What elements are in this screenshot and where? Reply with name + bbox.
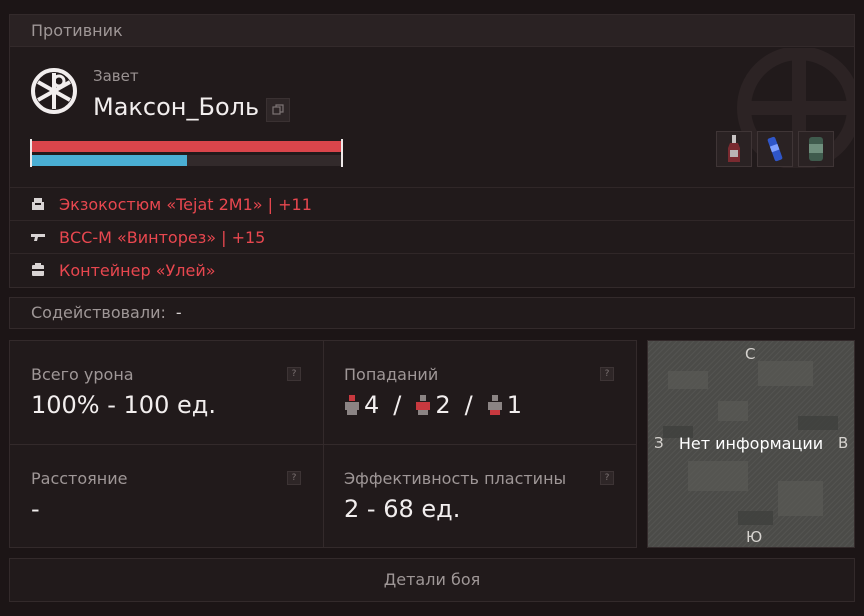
bottle-icon	[728, 135, 740, 162]
equipment-armor-text[interactable]: Экзокостюм «Tejat 2M1» | +11	[59, 195, 312, 214]
health-bar-fill	[31, 141, 342, 152]
copy-icon	[272, 104, 284, 115]
health-bar	[30, 139, 343, 153]
quick-item-canister[interactable]	[798, 131, 834, 167]
distance-value: -	[31, 495, 40, 523]
stat-total-damage: Всего урона ? 100% - 100 ед.	[10, 341, 323, 444]
container-icon	[31, 263, 45, 277]
map-south-label: Ю	[746, 528, 763, 546]
faction-logo-icon	[31, 68, 77, 114]
copy-name-button[interactable]	[266, 98, 290, 122]
equipment-weapon-text[interactable]: ВСС-М «Винторез» | +15	[59, 228, 265, 247]
total-damage-label: Всего урона	[31, 365, 134, 384]
stat-hits: Попаданий ? 4 / 2 / 1	[323, 341, 637, 444]
minimap: С Ю З В Нет информации	[647, 340, 855, 548]
plate-efficiency-value: 2 - 68 ед.	[344, 495, 461, 523]
battle-details-button[interactable]: Детали боя	[9, 558, 855, 602]
plate-efficiency-label: Эффективность пластины	[344, 469, 567, 488]
help-icon[interactable]: ?	[600, 471, 614, 485]
help-icon[interactable]: ?	[287, 367, 301, 381]
distance-label: Расстояние	[31, 469, 128, 488]
hits-head-count: 4	[364, 391, 380, 419]
assists-row: Содействовали: -	[9, 297, 855, 329]
armor-suit-icon	[31, 197, 45, 211]
map-north-label: С	[745, 345, 756, 363]
stat-plate-efficiency: Эффективность пластины ? 2 - 68 ед.	[323, 445, 637, 549]
enemy-panel: Противник Завет Максон_Боль Экзокостюм «…	[9, 14, 855, 288]
hits-legs-count: 1	[506, 391, 523, 419]
hits-body-count: 2	[435, 391, 451, 419]
hits-label: Попаданий	[344, 365, 439, 384]
body-head-icon	[345, 395, 359, 415]
hits-separator: /	[464, 391, 473, 419]
hits-separator: /	[393, 391, 402, 419]
rifle-icon	[31, 230, 45, 244]
assists-label: Содействовали:	[31, 303, 166, 322]
help-icon[interactable]: ?	[600, 367, 614, 381]
equipment-container-text[interactable]: Контейнер «Улей»	[59, 261, 216, 280]
canister-icon	[809, 137, 823, 161]
hits-breakdown: 4 / 2 / 1	[344, 391, 522, 419]
body-torso-icon	[416, 395, 431, 415]
assists-value: -	[175, 303, 182, 322]
equipment-row-armor: Экзокостюм «Tejat 2M1» | +11	[10, 187, 854, 220]
body-legs-icon	[487, 395, 502, 415]
player-name: Максон_Боль	[93, 93, 260, 121]
map-no-info: Нет информации	[678, 434, 824, 453]
faction-name: Завет	[93, 67, 139, 85]
enemy-header: Противник	[10, 15, 854, 47]
equipment-row-weapon: ВСС-М «Винторез» | +15	[10, 220, 854, 253]
stats-panel: Всего урона ? 100% - 100 ед. Попаданий ?…	[9, 340, 637, 548]
help-icon[interactable]: ?	[287, 471, 301, 485]
quick-item-syringe[interactable]	[757, 131, 793, 167]
armor-bar-fill	[31, 155, 187, 166]
total-damage-value: 100% - 100 ед.	[31, 391, 216, 419]
stat-distance: Расстояние ? -	[10, 445, 323, 549]
equipment-row-container: Контейнер «Улей»	[10, 253, 854, 286]
syringe-icon	[767, 136, 783, 162]
quick-item-bottle[interactable]	[716, 131, 752, 167]
armor-bar	[30, 153, 343, 167]
